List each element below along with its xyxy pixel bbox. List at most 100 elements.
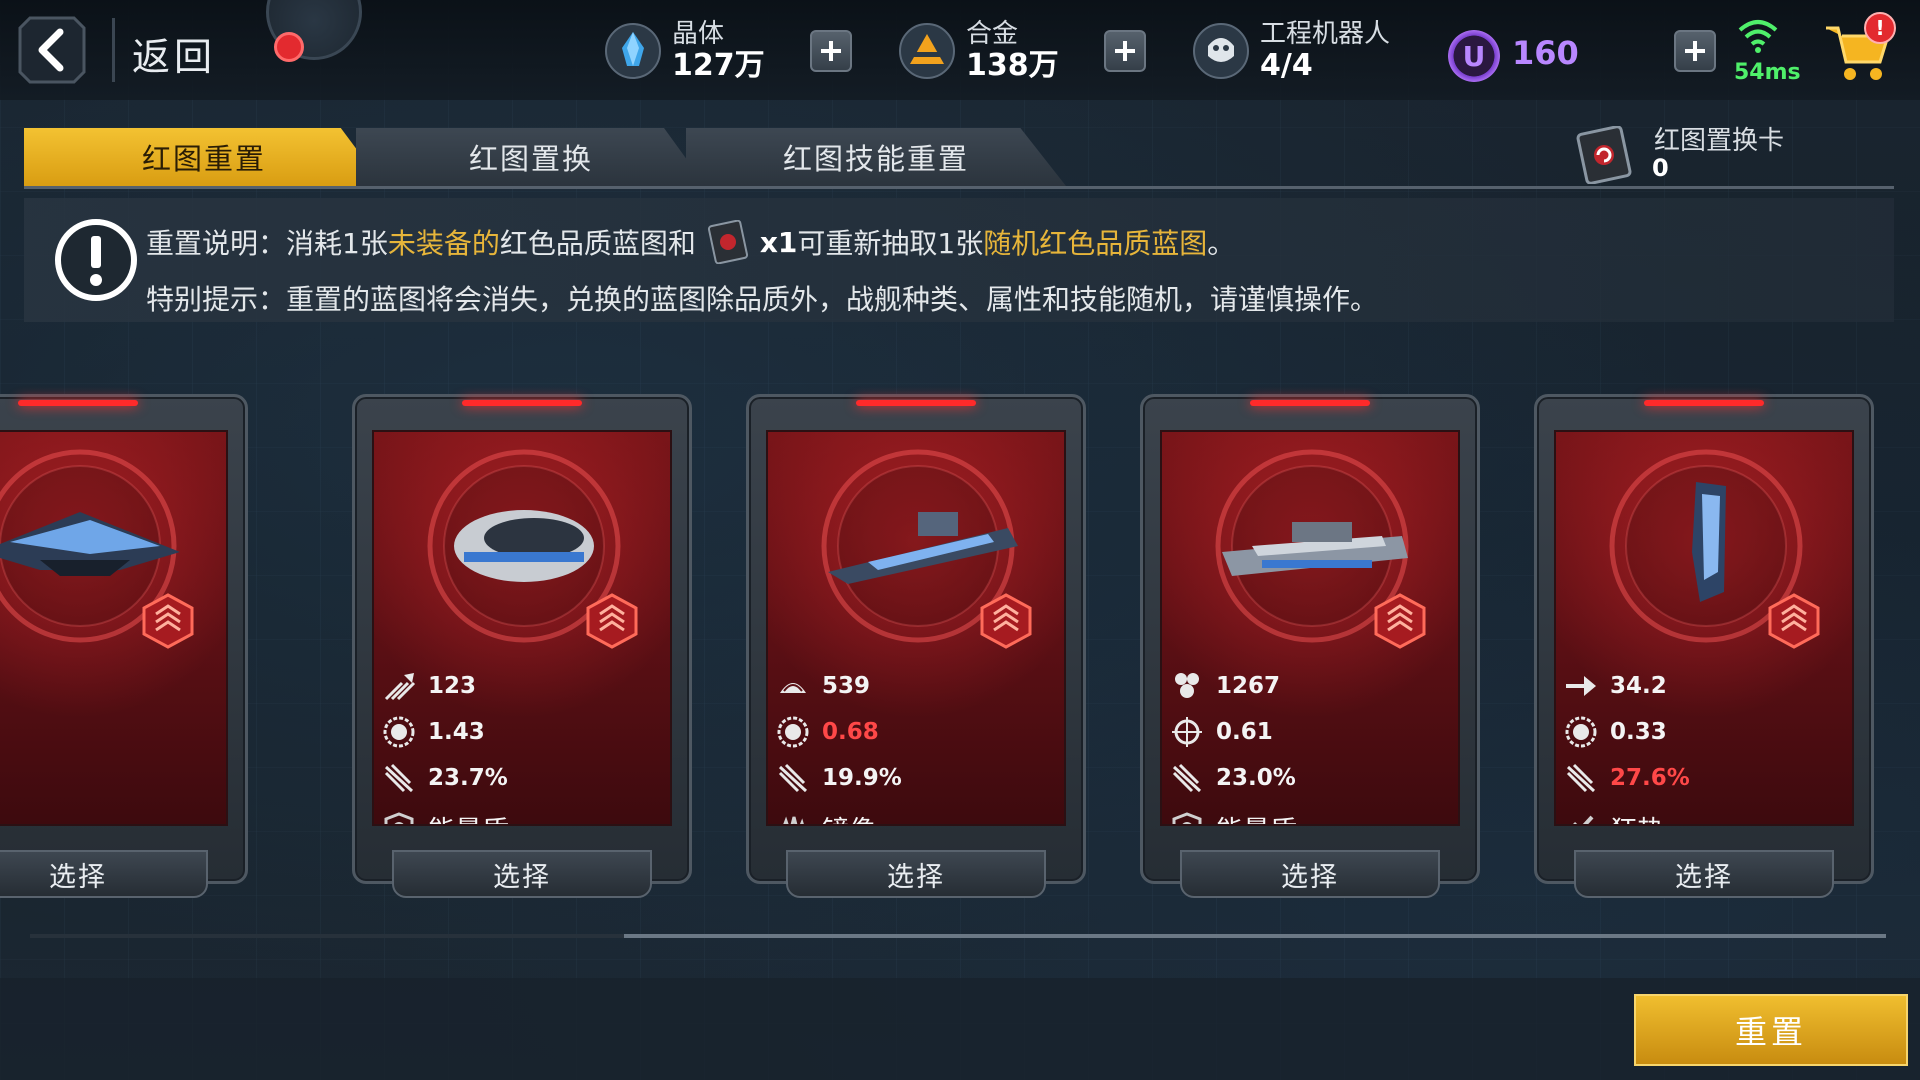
crit-icon bbox=[1566, 763, 1596, 793]
skill-name: 狂热 bbox=[1610, 809, 1664, 825]
reset-notice: 重置说明：消耗1张 未装备的 红色品质蓝图和 x1 可重新抽取1张 随机红色品质… bbox=[24, 198, 1894, 322]
notice-text-a: 重置说明：消耗1张 bbox=[146, 227, 388, 260]
skill-row: 镜像 bbox=[776, 809, 876, 825]
back-divider bbox=[112, 18, 115, 82]
rank-badge-icon bbox=[980, 593, 1032, 649]
card-panel: 1267 0.61 23.0% 能量盾 bbox=[1160, 430, 1460, 826]
alloy-icon bbox=[899, 23, 955, 79]
tab-red-blueprint-skill-reset[interactable]: 红图技能重置 bbox=[686, 128, 1066, 186]
skill-name: 镜像 bbox=[822, 809, 876, 825]
wifi-icon bbox=[1738, 20, 1778, 53]
robot-value: 4/4 bbox=[1260, 47, 1313, 83]
rarity-indicator bbox=[462, 400, 582, 406]
stat-value: 34.2 bbox=[1610, 673, 1667, 699]
resource-crystal: 晶体 127万 bbox=[604, 16, 765, 86]
mirror-icon bbox=[783, 816, 804, 824]
notice-highlight-random: 随机红色品质蓝图 bbox=[983, 227, 1208, 260]
back-label[interactable]: 返回 bbox=[132, 26, 216, 81]
plus-icon bbox=[821, 41, 841, 61]
select-button[interactable]: 选择 bbox=[0, 850, 208, 898]
stat-row: 34.2 bbox=[1564, 668, 1667, 704]
resource-alloy: 合金 138万 bbox=[898, 16, 1059, 86]
top-bar: 返回 晶体 127万 合金 138万 工程机器人 4/4 U 160 54ms … bbox=[0, 0, 1920, 100]
crystal-icon bbox=[605, 23, 661, 79]
rarity-indicator bbox=[1644, 400, 1764, 406]
rank-badge-icon bbox=[586, 593, 638, 649]
warning-icon bbox=[55, 219, 137, 301]
plus-icon bbox=[1115, 41, 1135, 61]
resource-robot: 工程机器人 4/4 bbox=[1192, 16, 1390, 86]
hull-icon bbox=[1175, 673, 1199, 698]
stat-row: 123 bbox=[382, 668, 476, 704]
stat-row: 0.61 bbox=[1170, 714, 1273, 750]
skill-name: 能量盾 bbox=[1216, 809, 1297, 825]
stat-row: 27.6% bbox=[1564, 760, 1690, 796]
blueprint-card[interactable]: 539 0.68 19.9% 镜像选择 bbox=[746, 394, 1086, 898]
stat-value: 27.6% bbox=[1610, 765, 1690, 791]
select-button[interactable]: 选择 bbox=[1180, 850, 1440, 898]
robot-label: 工程机器人 bbox=[1260, 19, 1391, 50]
card-panel: 123 1.43 23.7% 能量盾 bbox=[372, 430, 672, 826]
stat-value: 0.33 bbox=[1610, 719, 1667, 745]
stat-value: 1.43 bbox=[428, 719, 485, 745]
robot-icon bbox=[1193, 23, 1249, 79]
stat-row: 1.43 bbox=[382, 714, 485, 750]
notice-quantity: x1 bbox=[759, 225, 798, 259]
crystal-label: 晶体 bbox=[672, 19, 725, 50]
skill-row: 狂热 bbox=[1564, 809, 1664, 825]
rarity-indicator bbox=[1250, 400, 1370, 406]
back-arrow-icon bbox=[18, 16, 86, 84]
rarity-indicator bbox=[18, 400, 138, 406]
bottom-bar bbox=[0, 978, 1920, 1080]
target-icon bbox=[1172, 717, 1202, 747]
swap-card-label: 红图置换卡 bbox=[1654, 126, 1785, 156]
add-alloy-button[interactable] bbox=[1104, 30, 1146, 72]
select-button[interactable]: 选择 bbox=[392, 850, 652, 898]
shield-icon bbox=[384, 812, 414, 824]
swap-card-count: 0 bbox=[1652, 154, 1669, 182]
rank-badge-icon bbox=[142, 593, 194, 649]
notification-dot bbox=[274, 32, 304, 62]
stat-value: 0.68 bbox=[822, 719, 879, 745]
blueprint-card[interactable]: 123 1.43 23.7% 能量盾选择 bbox=[352, 394, 692, 898]
stat-row: 19.9% bbox=[776, 760, 902, 796]
rank-badge-icon bbox=[1768, 593, 1820, 649]
tab-red-blueprint-swap[interactable]: 红图置换 bbox=[356, 128, 706, 186]
add-u-coin-button[interactable] bbox=[1674, 30, 1716, 72]
add-crystal-button[interactable] bbox=[810, 30, 852, 72]
skill-name: 能量盾 bbox=[428, 809, 509, 825]
notice-text-c: 可重新抽取1张 bbox=[797, 227, 984, 260]
tab-red-blueprint-reset[interactable]: 红图重置 bbox=[24, 128, 384, 186]
cart-alert-badge: ! bbox=[1864, 12, 1896, 44]
card-panel: 539 0.68 19.9% 镜像 bbox=[766, 430, 1066, 826]
u-coin-icon: U bbox=[1448, 30, 1500, 82]
stat-value: 19.9% bbox=[822, 765, 902, 791]
back-button[interactable] bbox=[16, 14, 88, 86]
skill-row: 能量盾 bbox=[382, 809, 509, 825]
speed-icon bbox=[1566, 676, 1596, 696]
blueprint-card[interactable]: 1267 0.61 23.0% 能量盾选择 bbox=[1140, 394, 1480, 898]
frenzy-icon bbox=[1573, 815, 1594, 824]
notice-text-end: 。 bbox=[1207, 227, 1236, 260]
select-button[interactable]: 选择 bbox=[786, 850, 1046, 898]
stat-value: 123 bbox=[428, 673, 477, 699]
crit-icon bbox=[384, 763, 414, 793]
blueprint-card[interactable]: 34.2 0.33 27.6% 狂热选择 bbox=[1534, 394, 1874, 898]
alloy-label: 合金 bbox=[966, 19, 1019, 50]
select-button[interactable]: 选择 bbox=[1574, 850, 1834, 898]
stat-value: 1267 bbox=[1216, 673, 1281, 699]
reset-button[interactable]: 重置 bbox=[1634, 994, 1908, 1066]
armor-icon bbox=[780, 683, 806, 693]
missile-icon bbox=[384, 673, 416, 701]
rank-badge-icon bbox=[1374, 593, 1426, 649]
stat-row: 23.0% bbox=[1170, 760, 1296, 796]
stat-row: 1267 bbox=[1170, 668, 1280, 704]
scroll-thumb[interactable] bbox=[623, 934, 1886, 938]
crystal-value: 127万 bbox=[672, 47, 765, 83]
notice-warning: 特别提示：重置的蓝图将会消失，兑换的蓝图除品质外，战舰种类、属性和技能随机，请谨… bbox=[146, 283, 1379, 316]
plus-icon bbox=[1685, 41, 1705, 61]
cooldown-icon bbox=[383, 716, 415, 748]
blueprint-card[interactable]: 59.130100.76镜像选择 bbox=[0, 394, 248, 898]
u-coin-value: 160 bbox=[1512, 34, 1579, 72]
notice-highlight-unequipped: 未装备的 bbox=[387, 227, 500, 260]
